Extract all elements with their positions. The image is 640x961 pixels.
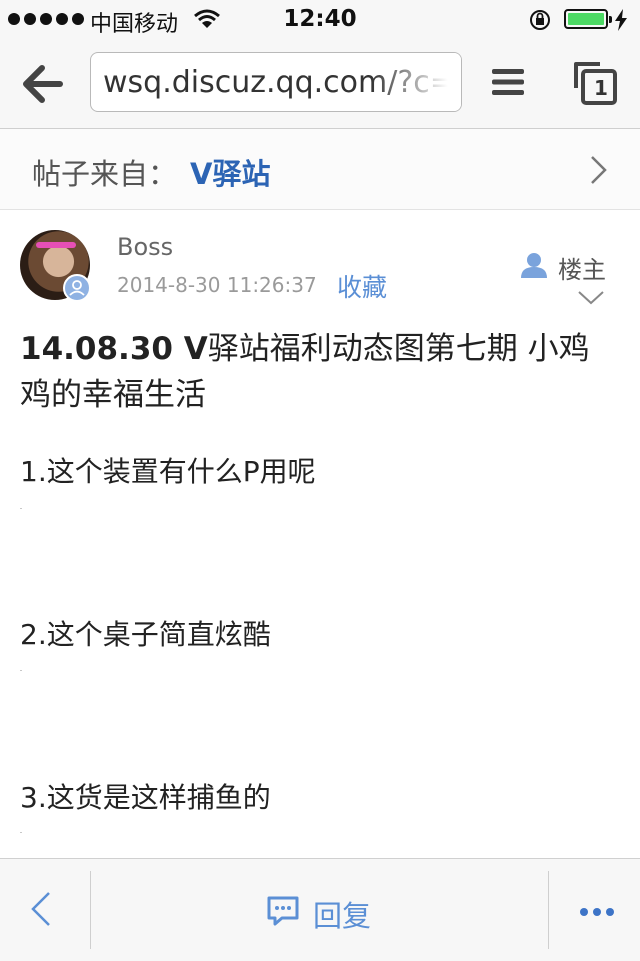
divider [548, 871, 549, 949]
post-source-bar[interactable]: 帖子来自： V驿站 [0, 129, 640, 210]
source-label: 帖子来自： [32, 157, 178, 191]
image-placeholder [20, 508, 22, 509]
post-title-bold: 14.08.30 V [20, 331, 208, 367]
image-placeholder [20, 832, 22, 833]
status-bar: 中国移动 12:40 [0, 0, 640, 40]
reply-label: 回复 [313, 899, 372, 933]
rotation-lock-icon [530, 10, 550, 30]
tab-count: 1 [594, 76, 608, 100]
post-time: 2014-8-30 11:26:37 [117, 273, 317, 297]
post-paragraph: 2.这个桌子简直炫酷 [20, 618, 271, 651]
browser-toolbar: wsq.discuz.qq.com/?c=index&a=viewthread … [0, 40, 640, 129]
post-title: 14.08.30 V驿站福利动态图第七期 小鸡鸡的幸福生活 [20, 326, 620, 418]
user-icon [521, 253, 547, 278]
reply-button[interactable]: 回复 [255, 879, 395, 939]
charging-icon [615, 9, 627, 31]
chevron-left-icon[interactable] [30, 891, 52, 927]
source-forum-link[interactable]: V驿站 [190, 151, 270, 193]
menu-icon[interactable] [492, 68, 524, 96]
battery-indicator [564, 9, 612, 29]
address-bar[interactable]: wsq.discuz.qq.com/?c=index&a=viewthread [90, 52, 462, 112]
author-name[interactable]: Boss [117, 233, 173, 261]
chevron-down-icon[interactable] [577, 290, 605, 306]
reply-bubble-icon [267, 896, 299, 926]
back-arrow-icon[interactable] [22, 64, 64, 104]
original-poster-label: 楼主 [558, 256, 606, 284]
more-icon[interactable] [580, 908, 614, 916]
tabs-button[interactable]: 1 [570, 58, 618, 106]
bottom-action-bar: 回复 [0, 858, 640, 961]
user-badge-icon [63, 274, 91, 302]
image-placeholder [20, 670, 22, 671]
post-paragraph: 3.这货是这样捕鱼的 [20, 781, 271, 814]
chevron-right-icon [591, 156, 607, 184]
favorite-button[interactable]: 收藏 [337, 268, 387, 304]
post-paragraph: 1.这个装置有什么P用呢 [20, 455, 316, 488]
divider [90, 871, 91, 949]
